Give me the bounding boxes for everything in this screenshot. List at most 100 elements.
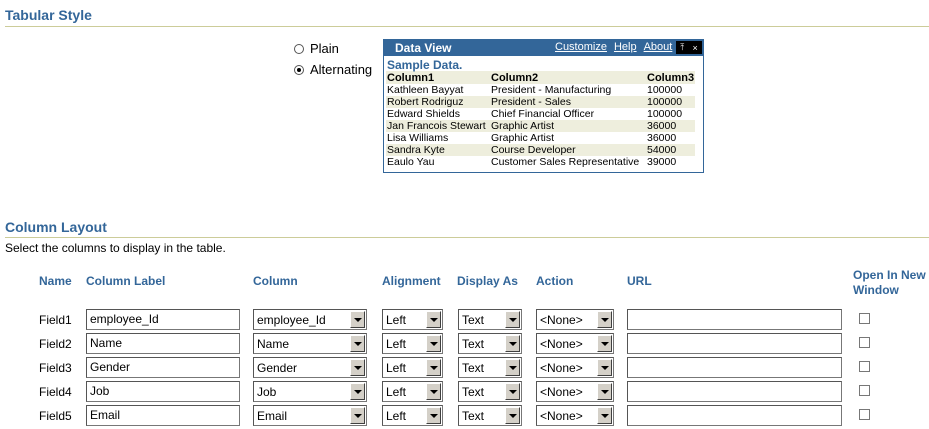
table-cell: Eaulo Yau <box>387 156 435 168</box>
alignment-select[interactable]: Left <box>382 333 443 354</box>
chevron-down-icon[interactable] <box>426 359 441 376</box>
radio-plain[interactable]: Plain <box>294 41 339 56</box>
alignment-select[interactable]: Left <box>382 381 443 402</box>
data-view-title: Data View <box>395 41 452 55</box>
display-as-select-value: Text <box>462 385 485 399</box>
column-select[interactable]: Email <box>253 405 367 426</box>
chevron-down-icon[interactable] <box>597 359 612 376</box>
column-select[interactable]: Gender <box>253 357 367 378</box>
chevron-down-icon[interactable] <box>505 407 520 424</box>
table-cell: Edward Shields <box>387 108 460 120</box>
action-select[interactable]: <None> <box>536 357 614 378</box>
display-as-select[interactable]: Text <box>458 333 522 354</box>
chevron-down-icon[interactable] <box>350 383 365 400</box>
table-row: Jan Francois Stewart Graphic Artist 36000 <box>386 120 696 132</box>
url-input[interactable] <box>627 357 842 378</box>
radio-alternating-button[interactable] <box>294 64 304 75</box>
display-as-select[interactable]: Text <box>458 309 522 330</box>
chevron-down-icon[interactable] <box>426 335 441 352</box>
chevron-down-icon[interactable] <box>505 383 520 400</box>
sample-table-header: Column1 Column2 Column3 <box>386 71 696 84</box>
instructions-text: Select the columns to display in the tab… <box>5 241 226 255</box>
url-input[interactable] <box>627 309 842 330</box>
alignment-select[interactable]: Left <box>382 309 443 330</box>
chevron-down-icon[interactable] <box>505 311 520 328</box>
display-as-select[interactable]: Text <box>458 405 522 426</box>
url-input[interactable] <box>627 405 842 426</box>
column-label-input[interactable]: Job <box>86 381 240 402</box>
table-row: Field4 Job Job Left Text <None> <box>0 381 929 403</box>
chevron-down-icon[interactable] <box>350 407 365 424</box>
chevron-down-icon[interactable] <box>505 335 520 352</box>
action-select[interactable]: <None> <box>536 309 614 330</box>
open-new-window-checkbox[interactable] <box>859 409 870 420</box>
action-select-value: <None> <box>540 313 583 327</box>
display-as-select[interactable]: Text <box>458 381 522 402</box>
url-input[interactable] <box>627 333 842 354</box>
section-divider <box>5 26 929 27</box>
pin-icon[interactable]: ⤒ <box>680 42 684 53</box>
table-cell: 100000 <box>646 96 696 108</box>
sample-table: Column1 Column2 Column3 Kathleen Bayyat P… <box>386 71 696 168</box>
chevron-down-icon[interactable] <box>505 359 520 376</box>
field-name: Field5 <box>39 409 72 423</box>
header-column-label: Column Label <box>86 274 166 288</box>
url-input[interactable] <box>627 381 842 402</box>
table-row: Field5 Email Email Left Text <None> <box>0 405 929 427</box>
chevron-down-icon[interactable] <box>597 407 612 424</box>
open-new-window-checkbox[interactable] <box>859 313 870 324</box>
radio-plain-button[interactable] <box>294 43 304 54</box>
chevron-down-icon[interactable] <box>350 311 365 328</box>
chevron-down-icon[interactable] <box>350 359 365 376</box>
radio-alternating-label: Alternating <box>310 62 373 77</box>
chevron-down-icon[interactable] <box>597 335 612 352</box>
action-select-value: <None> <box>540 337 583 351</box>
table-row: Field1 employee_Id employee_Id Left Text <Non… <box>0 309 929 331</box>
alignment-select[interactable]: Left <box>382 357 443 378</box>
chevron-down-icon[interactable] <box>597 383 612 400</box>
column-label-input[interactable]: Name <box>86 333 240 354</box>
action-select[interactable]: <None> <box>536 405 614 426</box>
column-header: Column1 <box>386 71 490 84</box>
display-as-select-value: Text <box>462 361 485 375</box>
radio-alternating[interactable]: Alternating <box>294 62 372 77</box>
chevron-down-icon[interactable] <box>426 311 441 328</box>
column-label-input[interactable]: Gender <box>86 357 240 378</box>
column-select[interactable]: employee_Id <box>253 309 367 330</box>
column-select-value: employee_Id <box>257 313 326 327</box>
open-new-window-checkbox[interactable] <box>859 361 870 372</box>
alignment-select-value: Left <box>386 361 407 375</box>
table-cell: 36000 <box>646 120 696 132</box>
help-link[interactable]: Help <box>614 41 637 53</box>
table-row: Lisa Williams Graphic Artist 36000 <box>386 132 695 144</box>
display-as-select[interactable]: Text <box>458 357 522 378</box>
column-select[interactable]: Job <box>253 381 367 402</box>
chevron-down-icon[interactable] <box>597 311 612 328</box>
close-icon[interactable]: × <box>693 43 698 53</box>
action-select[interactable]: <None> <box>536 333 614 354</box>
header-url: URL <box>627 274 652 288</box>
action-select[interactable]: <None> <box>536 381 614 402</box>
column-layout-title: Column Layout <box>5 219 107 235</box>
table-row: Eaulo Yau Customer Sales Representative 39… <box>386 156 695 168</box>
table-row: Sandra Kyte Course Developer 54000 <box>386 144 696 156</box>
table-cell: Chief Financial Officer <box>491 108 595 120</box>
alignment-select-value: Left <box>386 313 407 327</box>
column-label-input[interactable]: employee_Id <box>86 309 240 330</box>
table-cell: 36000 <box>647 132 677 144</box>
column-select[interactable]: Name <box>253 333 367 354</box>
header-display-as: Display As <box>457 274 518 288</box>
open-new-window-checkbox[interactable] <box>859 385 870 396</box>
field-name: Field1 <box>39 313 72 327</box>
alignment-select[interactable]: Left <box>382 405 443 426</box>
chevron-down-icon[interactable] <box>426 383 441 400</box>
section-divider <box>5 237 929 238</box>
table-cell: Sandra Kyte <box>386 144 490 156</box>
chevron-down-icon[interactable] <box>426 407 441 424</box>
column-label-input[interactable]: Email <box>86 405 240 426</box>
table-row: Robert Rodriguz President - Sales 100000 <box>386 96 696 108</box>
customize-link[interactable]: Customize <box>555 41 607 53</box>
chevron-down-icon[interactable] <box>350 335 365 352</box>
about-link[interactable]: About <box>644 41 673 53</box>
open-new-window-checkbox[interactable] <box>859 337 870 348</box>
